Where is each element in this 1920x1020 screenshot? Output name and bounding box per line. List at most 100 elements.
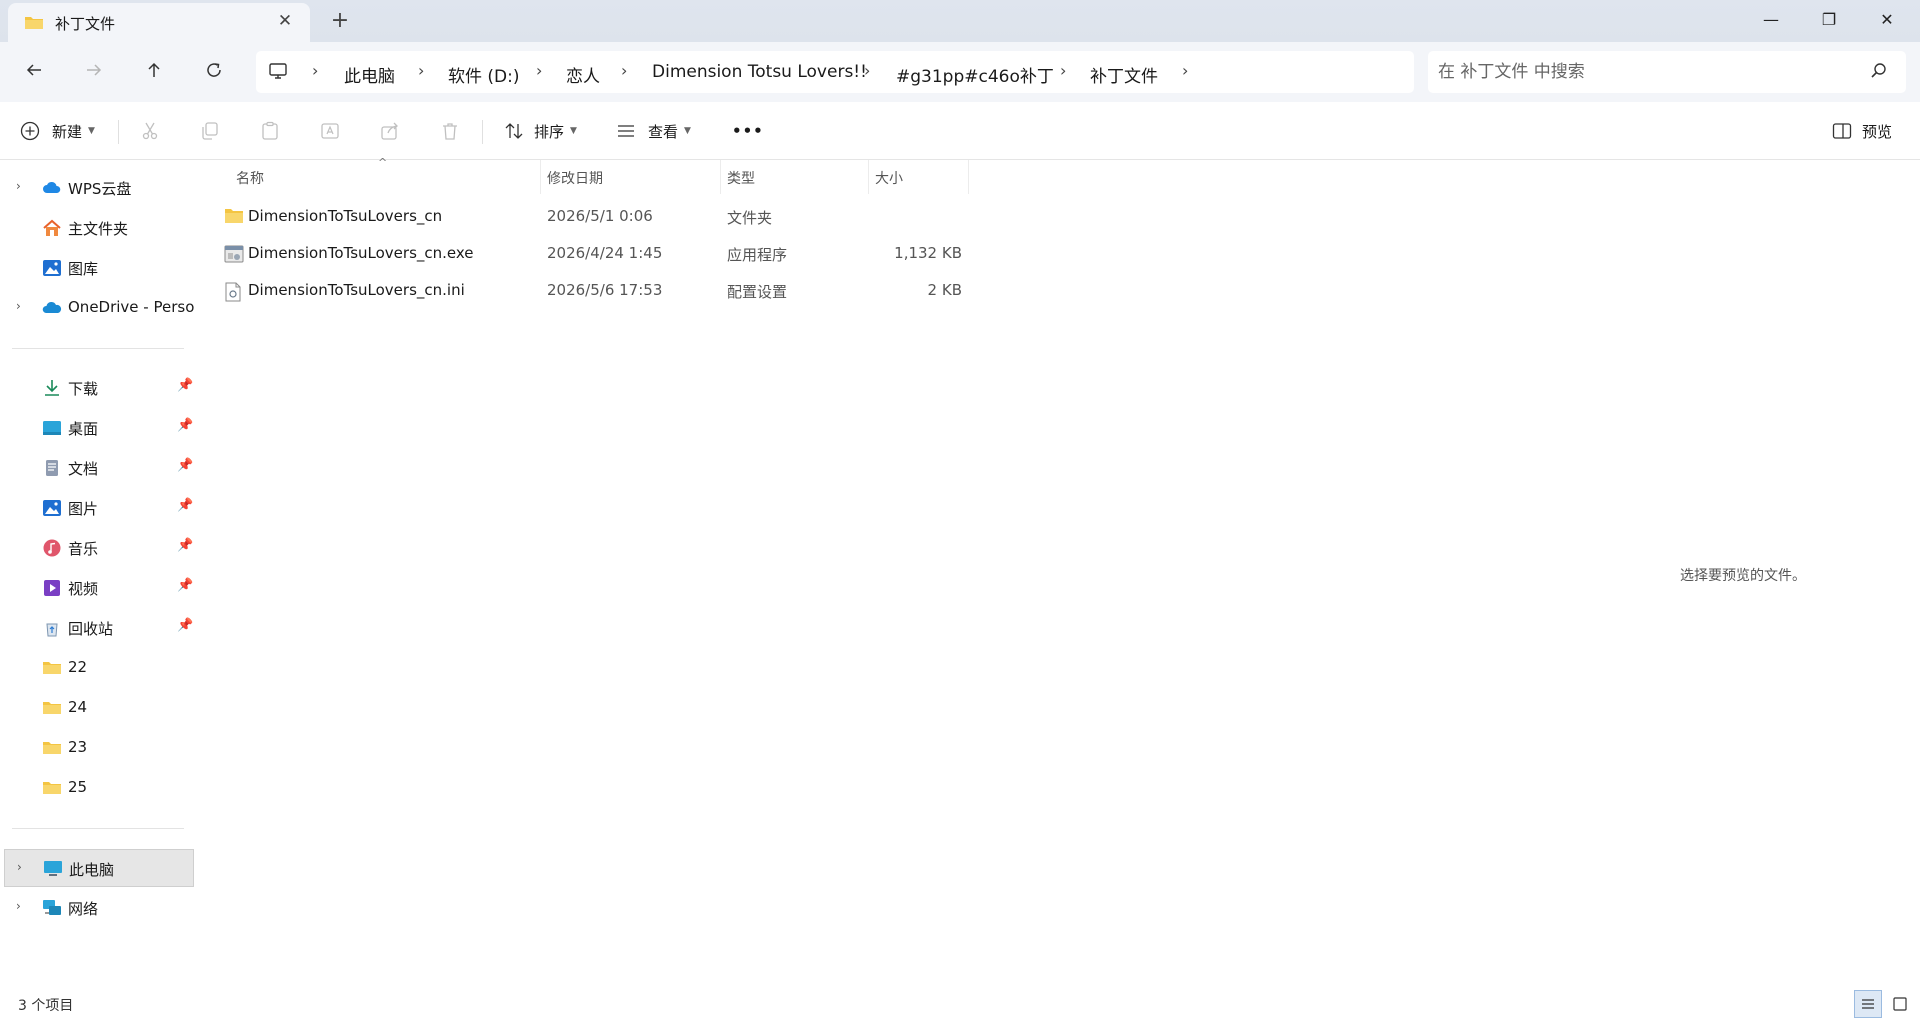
status-bar: 3 个项目 bbox=[0, 990, 1920, 1020]
search-box[interactable] bbox=[1428, 51, 1906, 93]
sort-button[interactable]: 排序 ▼ bbox=[504, 118, 577, 144]
folder-icon bbox=[42, 739, 62, 757]
arrow-left-icon bbox=[26, 64, 41, 76]
sidebar-item-home[interactable]: 主文件夹 bbox=[4, 209, 194, 247]
file-name: DimensionToTsuLovers_cn bbox=[248, 207, 443, 225]
command-bar: 新建 ▼ 排序 ▼ 查看 ▼ ••• 预览 bbox=[0, 102, 1920, 160]
videos-icon bbox=[42, 579, 62, 597]
refresh-button[interactable] bbox=[198, 56, 230, 88]
column-header-name[interactable]: 名称 bbox=[236, 168, 264, 198]
sidebar-item-onedrive[interactable]: › OneDrive - Personal bbox=[4, 289, 194, 327]
breadcrumb-chevron-icon: › bbox=[536, 61, 543, 80]
file-date: 2026/4/24 1:45 bbox=[547, 244, 663, 262]
restore-button[interactable]: ❐ bbox=[1806, 4, 1852, 36]
view-label: 查看 bbox=[648, 122, 679, 141]
sidebar-item-downloads[interactable]: 下载 📌 bbox=[4, 369, 194, 407]
close-tab-icon[interactable]: ✕ bbox=[274, 11, 296, 31]
pin-icon[interactable]: 📌 bbox=[177, 458, 193, 473]
chevron-right-icon[interactable]: › bbox=[16, 299, 21, 313]
sidebar-item-gallery[interactable]: 图库 bbox=[4, 249, 194, 287]
chevron-right-icon[interactable]: › bbox=[16, 899, 21, 913]
breadcrumb-this-pc[interactable]: 此电脑 bbox=[344, 62, 395, 87]
file-date: 2026/5/6 17:53 bbox=[547, 281, 663, 299]
breadcrumb-chevron-icon: › bbox=[621, 61, 628, 80]
sidebar-item-desktop[interactable]: 桌面 📌 bbox=[4, 409, 194, 447]
column-divider[interactable] bbox=[540, 160, 541, 194]
search-icon[interactable] bbox=[1870, 62, 1888, 84]
sort-label: 排序 bbox=[534, 122, 565, 141]
column-header-type[interactable]: 类型 bbox=[727, 168, 755, 198]
column-divider[interactable] bbox=[720, 160, 721, 194]
copy-button[interactable] bbox=[200, 118, 220, 144]
file-size: 1,132 KB bbox=[894, 244, 962, 262]
new-button[interactable]: 新建 ▼ bbox=[20, 118, 95, 144]
sidebar-item-network[interactable]: › 网络 bbox=[4, 889, 194, 927]
view-button[interactable]: 查看 ▼ bbox=[616, 118, 691, 144]
column-header-size[interactable]: 大小 bbox=[875, 168, 903, 198]
column-divider[interactable] bbox=[868, 160, 869, 194]
sort-icon bbox=[505, 123, 523, 139]
cut-button[interactable] bbox=[140, 118, 160, 144]
sidebar-item-folder-25[interactable]: 25 bbox=[4, 769, 194, 807]
chevron-right-icon[interactable]: › bbox=[16, 179, 21, 193]
close-window-button[interactable]: ✕ bbox=[1864, 4, 1910, 36]
paste-button[interactable] bbox=[260, 118, 280, 144]
sidebar-item-folder-23[interactable]: 23 bbox=[4, 729, 194, 767]
item-count: 3 个项目 bbox=[18, 998, 74, 1014]
tab-patch-files[interactable]: 补丁文件 ✕ bbox=[8, 3, 310, 42]
sidebar-item-videos[interactable]: 视频 📌 bbox=[4, 569, 194, 607]
folder-icon bbox=[42, 779, 62, 797]
refresh-icon bbox=[207, 63, 221, 77]
minimize-button[interactable]: — bbox=[1748, 4, 1794, 36]
pin-icon[interactable]: 📌 bbox=[177, 538, 193, 553]
details-view-button[interactable] bbox=[1854, 990, 1882, 1018]
rename-icon bbox=[321, 123, 339, 139]
share-button[interactable] bbox=[380, 118, 400, 144]
file-type: 应用程序 bbox=[727, 246, 788, 264]
rename-button[interactable] bbox=[320, 118, 340, 144]
arrow-up-icon bbox=[148, 62, 160, 77]
folder-icon bbox=[224, 208, 244, 228]
sidebar-item-pictures[interactable]: 图片 📌 bbox=[4, 489, 194, 527]
preview-label: 预览 bbox=[1862, 122, 1893, 141]
ini-file-icon bbox=[224, 282, 242, 306]
file-row[interactable]: DimensionToTsuLovers_cn.ini 2026/5/6 17:… bbox=[222, 273, 1172, 309]
sidebar-item-this-pc[interactable]: › 此电脑 bbox=[4, 849, 194, 887]
pin-icon[interactable]: 📌 bbox=[177, 578, 193, 593]
breadcrumb-dimension-totsu[interactable]: Dimension Totsu Lovers!! bbox=[652, 62, 867, 82]
tiles-view-button[interactable] bbox=[1886, 990, 1914, 1018]
sidebar-item-documents[interactable]: 文档 📌 bbox=[4, 449, 194, 487]
exe-icon bbox=[224, 245, 244, 267]
sidebar-item-folder-24[interactable]: 24 bbox=[4, 689, 194, 727]
file-row[interactable]: DimensionToTsuLovers_cn.exe 2026/4/24 1:… bbox=[222, 236, 1172, 272]
pin-icon[interactable]: 📌 bbox=[177, 618, 193, 633]
sidebar-item-folder-22[interactable]: 22 bbox=[4, 649, 194, 687]
breadcrumb-drive-d[interactable]: 软件 (D:) bbox=[448, 62, 520, 87]
pin-icon[interactable]: 📌 bbox=[177, 418, 193, 433]
file-row[interactable]: DimensionToTsuLovers_cn 2026/5/1 0:06 文件… bbox=[222, 199, 1172, 235]
search-input[interactable] bbox=[1438, 57, 1838, 87]
new-tab-button[interactable]: + bbox=[328, 8, 352, 34]
breadcrumb-patch-files[interactable]: 补丁文件 bbox=[1090, 62, 1158, 87]
more-options-button[interactable]: ••• bbox=[732, 118, 764, 144]
up-button[interactable] bbox=[138, 56, 170, 88]
arrow-right-icon bbox=[87, 64, 102, 76]
pin-icon[interactable]: 📌 bbox=[177, 378, 193, 393]
delete-button[interactable] bbox=[440, 118, 460, 144]
file-size: 2 KB bbox=[927, 281, 962, 299]
sidebar-item-wps-cloud[interactable]: › WPS云盘 bbox=[4, 169, 194, 207]
breadcrumb-lovers[interactable]: 恋人 bbox=[566, 62, 600, 87]
breadcrumb-chevron-icon[interactable]: › bbox=[1182, 61, 1188, 80]
chevron-right-icon[interactable]: › bbox=[17, 860, 22, 874]
paste-icon bbox=[262, 121, 278, 140]
preview-pane-button[interactable]: 预览 bbox=[1832, 118, 1892, 144]
column-header-date[interactable]: 修改日期 bbox=[547, 168, 603, 198]
sidebar-item-recycle-bin[interactable]: 回收站 📌 bbox=[4, 609, 194, 647]
pin-icon[interactable]: 📌 bbox=[177, 498, 193, 513]
column-divider[interactable] bbox=[968, 160, 969, 194]
back-button[interactable] bbox=[18, 56, 50, 88]
address-bar[interactable]: › 此电脑 › 软件 (D:) › 恋人 › Dimension Totsu L… bbox=[256, 51, 1414, 93]
breadcrumb-patch-folder[interactable]: #g31pp#c46o补丁 bbox=[896, 62, 1054, 87]
sidebar-item-music[interactable]: 音乐 📌 bbox=[4, 529, 194, 567]
forward-button[interactable] bbox=[78, 56, 110, 88]
